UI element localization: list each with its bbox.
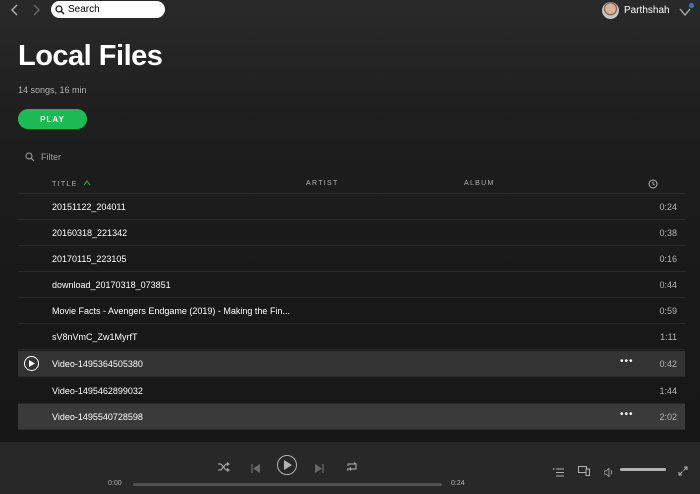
track-row[interactable]: sV8nVmC_Zw1MyrfT 1:11 [18,324,685,350]
play-button[interactable]: PLAY [18,109,87,129]
track-row[interactable]: Video-1495364505380 ••• 0:42 [18,351,685,377]
queue-icon[interactable] [553,464,564,482]
track-duration: 2:02 [659,412,677,422]
column-header-album[interactable]: ALBUM [464,180,495,187]
search-icon [55,4,65,14]
track-row[interactable]: Movie Facts - Avengers Endgame (2019) - … [18,298,685,324]
more-options-icon[interactable]: ••• [620,409,634,420]
track-duration: 0:38 [659,228,677,238]
sort-ascending-icon [83,180,91,186]
track-row[interactable]: 20170115_223105 0:16 [18,246,685,272]
avatar[interactable] [602,1,619,19]
track-duration: 0:42 [659,359,677,369]
track-row[interactable]: 20151122_204011 0:24 [18,194,685,220]
fullscreen-icon[interactable] [678,463,688,481]
track-title: 20160318_221342 [52,228,128,238]
previous-track-icon[interactable] [251,460,260,478]
more-options-icon[interactable]: ••• [620,356,634,367]
search-box[interactable] [51,1,165,18]
track-title: Video-1495462899032 [52,386,143,396]
column-header-artist[interactable]: ARTIST [306,180,339,187]
progress-bar[interactable] [133,483,442,486]
track-table-header: TITLE ARTIST ALBUM [18,175,685,194]
filter-input[interactable] [41,152,161,162]
devices-icon[interactable] [578,463,590,481]
track-title: sV8nVmC_Zw1MyrfT [52,332,138,342]
app-window: Parthshah Local Files 14 songs, 16 min P… [0,0,700,442]
play-icon [29,360,35,367]
track-duration: 0:44 [659,280,677,290]
track-row[interactable]: download_20170318_073851 0:44 [18,272,685,298]
filter-box[interactable] [25,152,161,162]
track-row[interactable]: 20160318_221342 0:38 [18,220,685,246]
clock-icon[interactable] [648,179,658,191]
notification-dot-icon [689,3,694,8]
column-title-label: TITLE [52,181,78,188]
user-menu[interactable]: Parthshah [602,1,670,19]
play-icon [284,460,292,470]
search-icon [25,152,35,162]
track-title: download_20170318_073851 [52,280,171,290]
next-track-icon[interactable] [315,460,324,478]
track-duration: 1:11 [660,332,677,342]
repeat-icon[interactable] [346,459,358,477]
track-duration: 0:16 [659,254,677,264]
track-duration: 0:24 [659,202,677,212]
row-play-button[interactable] [24,356,39,371]
column-header-title[interactable]: TITLE [52,180,91,188]
page-subtitle: 14 songs, 16 min [18,85,87,95]
player-bar: 0:00 0:24 [0,442,700,494]
track-duration: 1:44 [659,386,677,396]
track-title: Video-1495364505380 [52,359,143,369]
track-duration: 0:59 [659,306,677,316]
play-pause-button[interactable] [277,455,297,475]
track-row[interactable]: Video-1495462899032 1:44 [18,378,685,404]
total-time: 0:24 [451,480,465,487]
page-title: Local Files [18,40,163,72]
track-row[interactable] [18,430,685,442]
track-title: Movie Facts - Avengers Endgame (2019) - … [52,306,290,316]
search-input[interactable] [68,2,158,17]
track-title: 20151122_204011 [52,202,126,212]
shuffle-icon[interactable] [218,459,230,477]
elapsed-time: 0:00 [108,480,122,487]
track-row[interactable]: Video-1495540728598 ••• 2:02 [18,404,685,430]
back-arrow-icon[interactable] [8,3,22,17]
volume-slider[interactable] [620,468,666,471]
track-title: 20170115_223105 [52,254,127,264]
user-name[interactable]: Parthshah [624,5,670,16]
forward-arrow-icon[interactable] [29,3,43,17]
volume-icon[interactable] [603,464,615,482]
track-title: Video-1495540728598 [52,412,143,422]
volume-level [620,468,666,471]
